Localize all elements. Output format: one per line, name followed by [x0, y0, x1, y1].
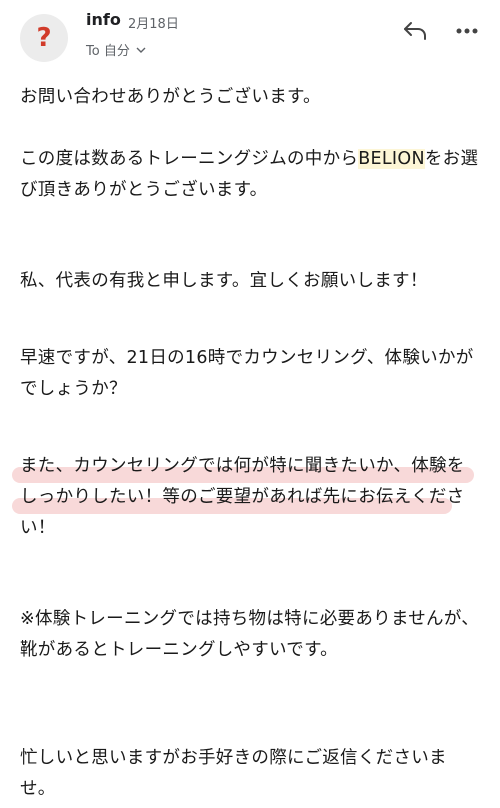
paragraph-introduction: 私、代表の有我と申します。宜しくお願いします！ — [20, 271, 428, 291]
sender-avatar[interactable]: ? — [20, 14, 68, 62]
recipient-label: To 自分 — [86, 44, 130, 59]
message-date: 2月18日 — [128, 17, 179, 32]
reply-button[interactable] — [398, 16, 432, 46]
paragraph-closing: 忙しいと思いますがお手好きの際にご返信くださいませ。 — [20, 748, 447, 799]
message-body: お問い合わせありがとうございます。 この度は数あるトレーニングジムの中からBEL… — [12, 82, 480, 805]
message-header: ? info 2月18日 To 自分 — [0, 0, 500, 70]
paragraph-thanks: この度は数あるトレーニングジムの中からBELIONをお選び頂きありがとうございま… — [20, 144, 480, 206]
highlighted-request-block: また、カウンセリングでは何が特に聞きたいか、体験をしっかりしたい！等のご要望があ… — [12, 451, 480, 544]
paragraph-greeting: お問い合わせありがとうございます。 — [20, 87, 321, 107]
paragraph-proposal: 早速ですが、21日の16時でカウンセリング、体験いかがでしょうか？ — [20, 348, 474, 399]
recipient-toggle[interactable]: To 自分 — [86, 40, 146, 59]
sender-name[interactable]: info — [86, 10, 121, 29]
paragraph-thanks-pre: この度は数あるトレーニングジムの中から — [20, 149, 359, 169]
paragraph-note: ※体験トレーニングでは持ち物は特に必要ありませんが、靴があるとトレーニングしやす… — [20, 609, 480, 660]
paragraph-request: また、カウンセリングでは何が特に聞きたいか、体験をしっかりしたい！等のご要望があ… — [20, 456, 465, 538]
brand-name-highlight: BELION — [358, 149, 425, 169]
reply-icon — [404, 22, 426, 40]
more-options-button[interactable] — [450, 16, 484, 46]
chevron-down-icon — [136, 47, 146, 53]
more-icon — [456, 28, 478, 34]
avatar-glyph: ? — [36, 23, 52, 53]
